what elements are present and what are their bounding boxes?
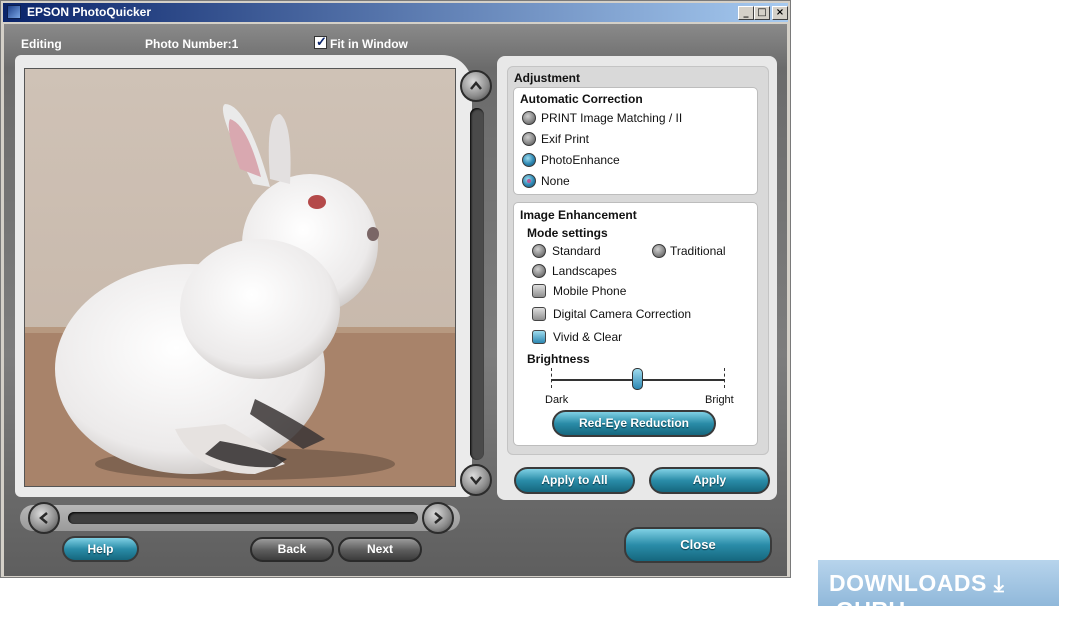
none-label[interactable]: None	[541, 174, 570, 188]
window-title: EPSON PhotoQuicker	[27, 5, 152, 19]
main-area: Editing Photo Number:1 ✓ Fit in Window H…	[4, 24, 787, 576]
apply-to-all-button[interactable]: Apply to All	[514, 467, 635, 494]
slider-thumb[interactable]	[632, 368, 643, 390]
image-enhancement-title: Image Enhancement	[520, 208, 637, 222]
standard-label[interactable]: Standard	[552, 244, 601, 258]
scroll-up-button[interactable]	[460, 70, 492, 102]
slider-min-tick	[551, 368, 553, 388]
traditional-label[interactable]: Traditional	[670, 244, 726, 258]
mobile-phone-checkbox[interactable]	[532, 284, 546, 298]
slider-max-tick	[724, 368, 726, 388]
landscapes-label[interactable]: Landscapes	[552, 264, 617, 278]
rabbit-photo-icon	[25, 69, 455, 486]
fit-in-window-label[interactable]: Fit in Window	[330, 37, 408, 51]
app-window: EPSON PhotoQuicker _ □ × Editing Photo N…	[0, 0, 791, 578]
fit-in-window-checkbox[interactable]: ✓	[314, 34, 327, 49]
horizontal-nav-bar	[20, 502, 460, 534]
scroll-left-button[interactable]	[28, 502, 60, 534]
landscapes-radio[interactable]	[532, 264, 546, 278]
photoenhance-radio[interactable]	[522, 153, 536, 167]
auto-correction-box: Automatic Correction PRINT Image Matchin…	[513, 87, 758, 195]
back-button[interactable]: Back	[250, 537, 334, 562]
dark-label: Dark	[545, 394, 569, 406]
image-enhancement-box: Image Enhancement Mode settings Standard…	[513, 202, 758, 446]
chevron-down-icon	[470, 476, 482, 485]
chevron-left-icon	[39, 512, 48, 524]
photoenhance-label[interactable]: PhotoEnhance	[541, 153, 620, 167]
selected-dot-icon	[527, 179, 531, 183]
horizontal-scrollbar[interactable]	[68, 512, 418, 524]
close-window-button[interactable]: ×	[772, 6, 788, 20]
none-radio[interactable]	[522, 174, 536, 188]
digital-camera-correction-label[interactable]: Digital Camera Correction	[553, 307, 691, 321]
red-eye-reduction-button[interactable]: Red-Eye Reduction	[552, 410, 716, 437]
photo-preview[interactable]	[24, 68, 456, 487]
epson-app-icon	[7, 5, 21, 19]
apply-button[interactable]: Apply	[649, 467, 770, 494]
chevron-right-icon	[434, 512, 443, 524]
traditional-radio[interactable]	[652, 244, 666, 258]
info-bar: Editing Photo Number:1 ✓ Fit in Window	[12, 32, 778, 54]
brightness-slider[interactable]	[551, 368, 725, 390]
adjustment-panel: Adjustment Automatic Correction PRINT Im…	[497, 56, 777, 500]
photo-number: Photo Number:1	[145, 37, 239, 51]
scroll-down-button[interactable]	[460, 464, 492, 496]
photo-panel	[15, 55, 472, 497]
watermark-text: DOWNLOADS ⤓ .GURU	[829, 570, 1005, 623]
close-button[interactable]: Close	[624, 527, 772, 563]
mode-settings-title: Mode settings	[527, 226, 608, 240]
exif-print-radio[interactable]	[522, 132, 536, 146]
chevron-up-icon	[470, 81, 482, 90]
pim-label[interactable]: PRINT Image Matching / II	[541, 111, 682, 125]
mode-label: Editing	[21, 37, 62, 51]
vivid-clear-label[interactable]: Vivid & Clear	[553, 330, 622, 344]
adjustment-group: Adjustment Automatic Correction PRINT Im…	[507, 66, 769, 455]
title-bar[interactable]: EPSON PhotoQuicker _ □ ×	[3, 3, 788, 22]
help-button[interactable]: Help	[62, 536, 139, 562]
minimize-button[interactable]: _	[738, 6, 754, 20]
scroll-right-button[interactable]	[422, 502, 454, 534]
adjustment-title: Adjustment	[514, 71, 580, 85]
brightness-title: Brightness	[527, 352, 590, 366]
standard-radio[interactable]	[532, 244, 546, 258]
pim-radio[interactable]	[522, 111, 536, 125]
downloads-guru-watermark: DOWNLOADS ⤓ .GURU	[818, 560, 1059, 623]
vivid-clear-checkbox[interactable]	[532, 330, 546, 344]
next-button[interactable]: Next	[338, 537, 422, 562]
digital-camera-correction-checkbox[interactable]	[532, 307, 546, 321]
bright-label: Bright	[705, 394, 734, 406]
mobile-phone-label[interactable]: Mobile Phone	[553, 284, 626, 298]
auto-correction-title: Automatic Correction	[520, 92, 643, 106]
vertical-scrollbar[interactable]	[470, 108, 484, 460]
check-icon: ✓	[316, 34, 327, 49]
maximize-button[interactable]: □	[754, 6, 770, 20]
exif-print-label[interactable]: Exif Print	[541, 132, 589, 146]
